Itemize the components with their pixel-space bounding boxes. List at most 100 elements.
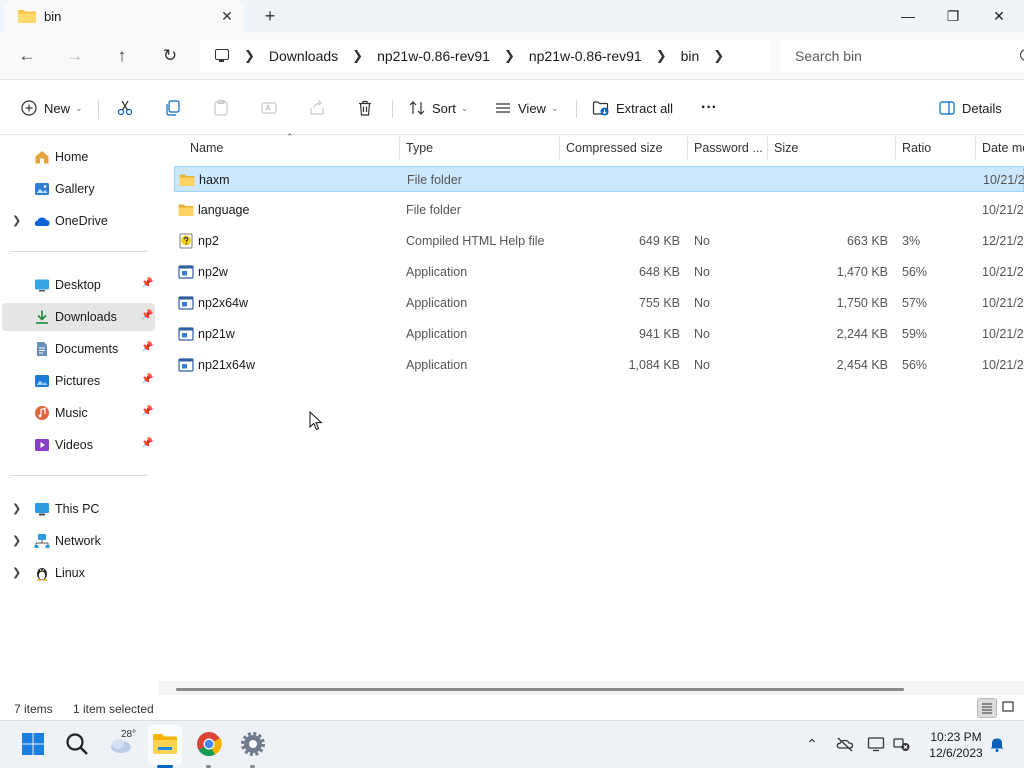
- sidebar-item-desktop[interactable]: Desktop 📌: [2, 271, 155, 299]
- column-header-compressed-size[interactable]: Compressed size: [566, 135, 686, 161]
- rename-button[interactable]: [260, 94, 284, 122]
- chevron-right-icon[interactable]: ❯: [713, 48, 724, 64]
- chevron-right-icon[interactable]: ❯: [12, 566, 21, 579]
- forward-arrow-icon[interactable]: →: [62, 44, 88, 68]
- large-icons-view-button[interactable]: [999, 698, 1019, 718]
- tab-bin[interactable]: bin ✕: [4, 0, 244, 32]
- table-row[interactable]: haxm File folder 10/21/20: [174, 166, 1024, 192]
- table-row[interactable]: np2 Compiled HTML Help file 649 KB No 663 KB…: [174, 228, 1024, 254]
- pin-icon[interactable]: 📌: [141, 374, 153, 385]
- table-row[interactable]: np2w Application 648 KB No 1,470 KB 56% 10/21/…: [174, 259, 1024, 285]
- sidebar-item-gallery[interactable]: Gallery: [2, 175, 155, 203]
- column-resize-handle[interactable]: [975, 137, 976, 159]
- column-resize-handle[interactable]: [687, 137, 688, 159]
- close-window-button[interactable]: ✕: [985, 4, 1013, 28]
- sidebar-item-pictures[interactable]: Pictures 📌: [2, 367, 155, 395]
- sidebar-item-home[interactable]: Home: [2, 143, 155, 171]
- paste-button[interactable]: [212, 94, 236, 122]
- file-password-protected: No: [694, 327, 710, 341]
- close-tab-icon[interactable]: ✕: [218, 7, 236, 25]
- pin-icon[interactable]: 📌: [141, 342, 153, 353]
- breadcrumb-downloads[interactable]: Downloads: [269, 48, 338, 64]
- sidebar-item-network[interactable]: ❯ Network: [2, 527, 155, 555]
- copy-button[interactable]: [164, 94, 188, 122]
- clock-date[interactable]: 12/6/2023: [924, 746, 988, 760]
- sort-label: Sort: [432, 100, 456, 116]
- display-icon[interactable]: [867, 735, 885, 753]
- column-header-size[interactable]: Size: [774, 135, 894, 161]
- onedrive-sync-off-icon[interactable]: [836, 735, 854, 753]
- details-view-button[interactable]: [977, 698, 997, 718]
- delete-button[interactable]: [356, 94, 380, 122]
- sidebar-item-music[interactable]: Music 📌: [2, 399, 155, 427]
- pin-icon[interactable]: 📌: [141, 406, 153, 417]
- search-icon[interactable]: [1020, 49, 1024, 61]
- details-button[interactable]: Details: [938, 94, 1002, 122]
- address-bar[interactable]: ❯ Downloads ❯ np21w-0.86-rev91 ❯ np21w-0…: [200, 40, 770, 72]
- file-compressed-size: 1,084 KB: [628, 358, 680, 372]
- this-pc-icon[interactable]: [215, 49, 229, 62]
- file-ratio: 57%: [902, 296, 928, 310]
- refresh-icon[interactable]: ↻: [157, 44, 183, 68]
- column-resize-handle[interactable]: [895, 137, 896, 159]
- chevron-right-icon[interactable]: ❯: [12, 502, 21, 515]
- sidebar-item-documents[interactable]: Documents 📌: [2, 335, 155, 363]
- scrollbar-thumb[interactable]: [176, 688, 904, 691]
- column-resize-handle[interactable]: [399, 137, 400, 159]
- new-button[interactable]: New ⌄: [20, 94, 83, 122]
- cut-button[interactable]: [116, 94, 140, 122]
- new-label: New: [44, 100, 71, 116]
- clock-time[interactable]: 10:23 PM: [924, 730, 988, 744]
- extract-all-button[interactable]: Extract all: [592, 94, 673, 122]
- table-row[interactable]: np2x64w Application 755 KB No 1,750 KB 57% 10/…: [174, 290, 1024, 316]
- chevron-up-icon[interactable]: ⌃: [803, 735, 821, 753]
- up-arrow-icon[interactable]: ↑: [109, 44, 135, 68]
- breadcrumb-bin[interactable]: bin: [681, 48, 700, 64]
- ellipsis-icon: ···: [701, 99, 717, 116]
- search-box[interactable]: Search bin: [780, 40, 1024, 72]
- pin-icon[interactable]: 📌: [141, 278, 153, 289]
- table-row[interactable]: language File folder 10/21/20: [174, 197, 1024, 223]
- back-arrow-icon[interactable]: ←: [14, 44, 40, 68]
- pin-icon[interactable]: 📌: [141, 310, 153, 321]
- sidebar-item-videos[interactable]: Videos 📌: [2, 431, 155, 459]
- pin-icon[interactable]: 📌: [141, 438, 153, 449]
- chevron-right-icon[interactable]: ❯: [12, 214, 21, 227]
- view-button[interactable]: View ⌄: [494, 94, 559, 122]
- file-explorer-icon[interactable]: [152, 731, 178, 757]
- chevron-right-icon[interactable]: ❯: [656, 48, 667, 64]
- sidebar-item-onedrive[interactable]: ❯ OneDrive: [2, 207, 155, 235]
- notification-bell-icon[interactable]: [988, 735, 1006, 753]
- sidebar-item-this-pc[interactable]: ❯ This PC: [2, 495, 155, 523]
- file-date-modified: 10/21/20: [982, 296, 1024, 310]
- sort-button[interactable]: Sort ⌄: [408, 94, 468, 122]
- column-resize-handle[interactable]: [767, 137, 768, 159]
- column-header-ratio[interactable]: Ratio: [902, 135, 974, 161]
- share-button[interactable]: [308, 94, 332, 122]
- minimize-button[interactable]: —: [894, 4, 922, 28]
- table-row[interactable]: np21x64w Application 1,084 KB No 2,454 KB 56%…: [174, 352, 1024, 378]
- chevron-right-icon[interactable]: ❯: [504, 48, 515, 64]
- chevron-right-icon[interactable]: ❯: [12, 534, 21, 547]
- search-icon[interactable]: [64, 731, 90, 757]
- settings-gear-icon[interactable]: [240, 731, 266, 757]
- breadcrumb-archive[interactable]: np21w-0.86-rev91: [377, 48, 490, 64]
- table-row[interactable]: np21w Application 941 KB No 2,244 KB 59% 10/21…: [174, 321, 1024, 347]
- new-tab-button[interactable]: +: [260, 6, 280, 26]
- column-header-type[interactable]: Type: [406, 135, 556, 161]
- chevron-right-icon[interactable]: ❯: [352, 48, 363, 64]
- windows-start-icon[interactable]: [20, 731, 46, 757]
- search-input[interactable]: Search bin: [795, 48, 862, 64]
- column-resize-handle[interactable]: [559, 137, 560, 159]
- column-header-name[interactable]: Name: [190, 135, 398, 161]
- column-header-password[interactable]: Password ...: [694, 135, 766, 161]
- chrome-icon[interactable]: [196, 731, 222, 757]
- sidebar-item-downloads[interactable]: Downloads 📌: [2, 303, 155, 331]
- more-options-button[interactable]: ···: [701, 94, 717, 122]
- network-disconnected-icon[interactable]: [893, 735, 911, 753]
- breadcrumb-folder[interactable]: np21w-0.86-rev91: [529, 48, 642, 64]
- maximize-button[interactable]: ❐: [939, 4, 967, 28]
- column-header-date-modified[interactable]: Date mo: [982, 135, 1024, 161]
- sidebar-item-linux[interactable]: ❯ Linux: [2, 559, 155, 587]
- chevron-right-icon[interactable]: ❯: [244, 48, 255, 64]
